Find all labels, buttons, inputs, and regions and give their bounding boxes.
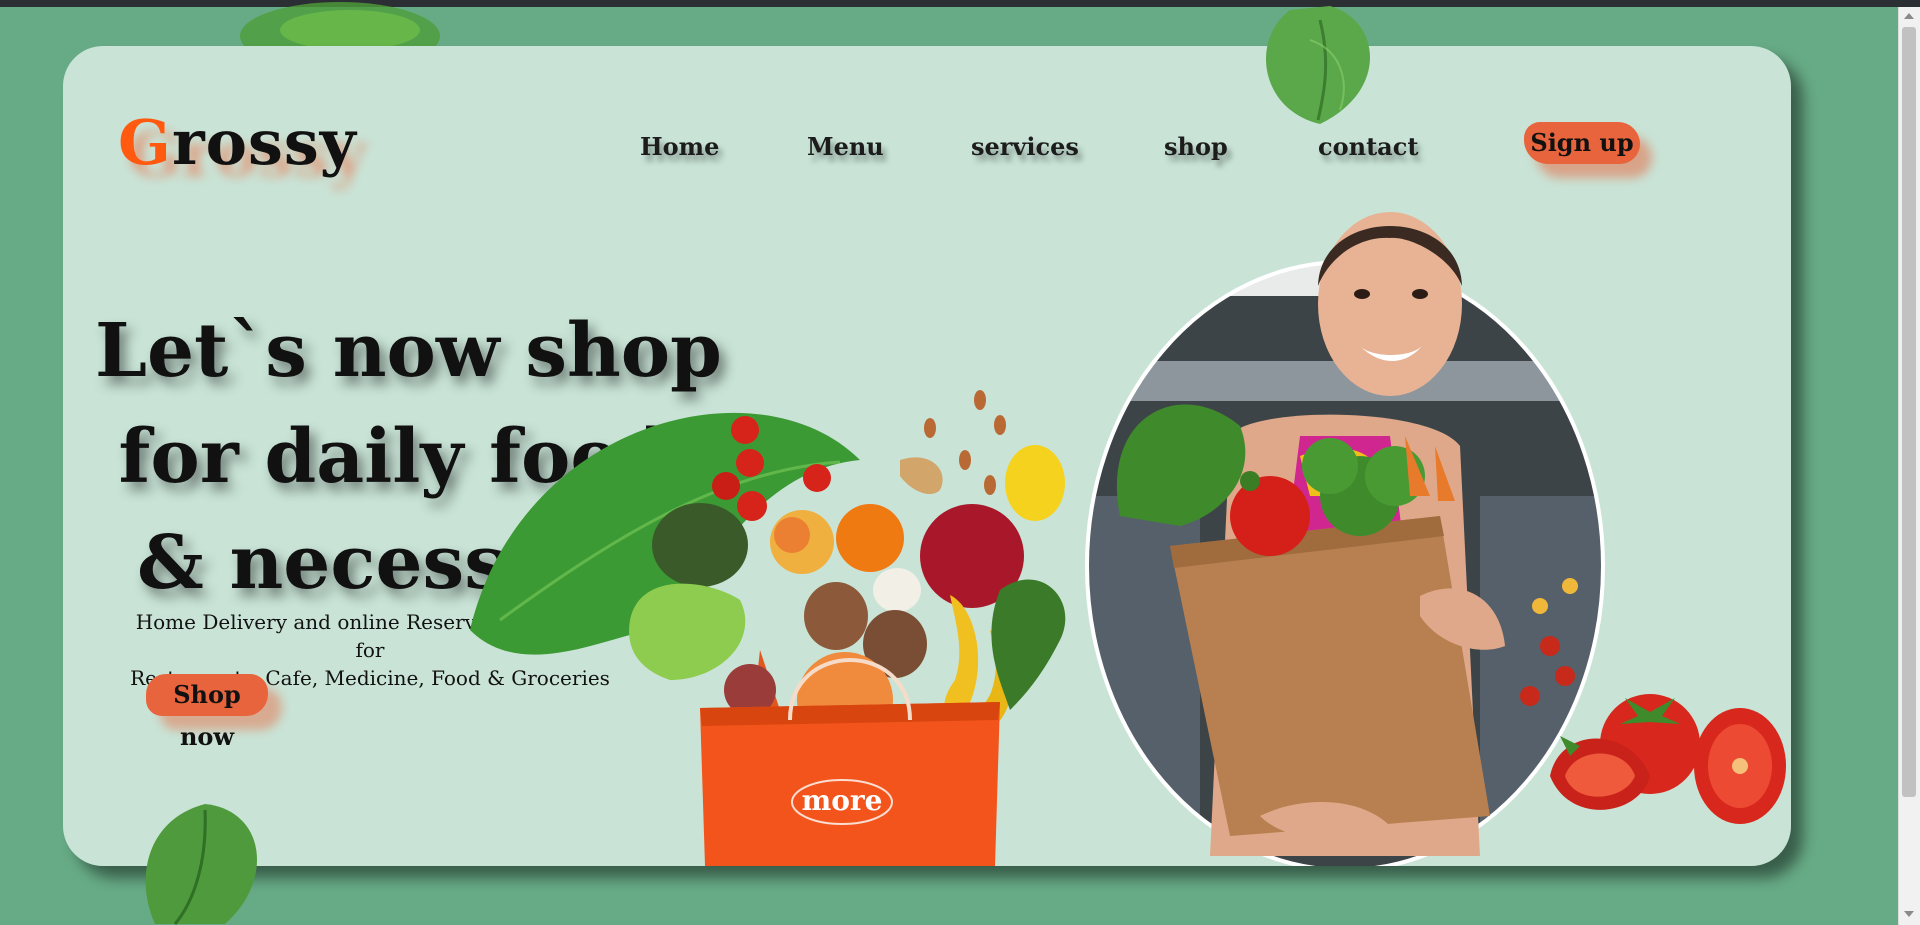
woman-with-groceries-image <box>1085 212 1605 866</box>
nav-shop[interactable]: shop <box>1164 132 1228 161</box>
nav-services[interactable]: services <box>971 132 1079 161</box>
leaf-decoration-bottom-left <box>145 804 258 925</box>
scrollbar-thumb[interactable] <box>1902 27 1916 797</box>
nav-home[interactable]: Home <box>640 132 719 161</box>
nav-menu[interactable]: Menu <box>807 132 884 161</box>
scroll-down-arrow-icon[interactable] <box>1904 911 1914 917</box>
shop-now-button[interactable]: Shop now <box>146 674 268 751</box>
grocery-bag-illustration: more <box>470 390 1066 866</box>
scroll-up-arrow-icon[interactable] <box>1904 13 1914 19</box>
logo-first-letter: G <box>118 106 172 179</box>
bag-brand-text: more <box>802 784 883 817</box>
logo-text: rossy <box>171 106 357 179</box>
tomatoes-illustration <box>1550 694 1786 824</box>
vertical-scrollbar[interactable] <box>1898 7 1920 925</box>
leaf-decoration-top-right <box>1266 6 1370 124</box>
nav-contact[interactable]: contact <box>1318 132 1418 161</box>
brand-logo[interactable]: Grossy <box>118 106 357 179</box>
sign-up-button[interactable]: Sign up <box>1524 122 1640 164</box>
